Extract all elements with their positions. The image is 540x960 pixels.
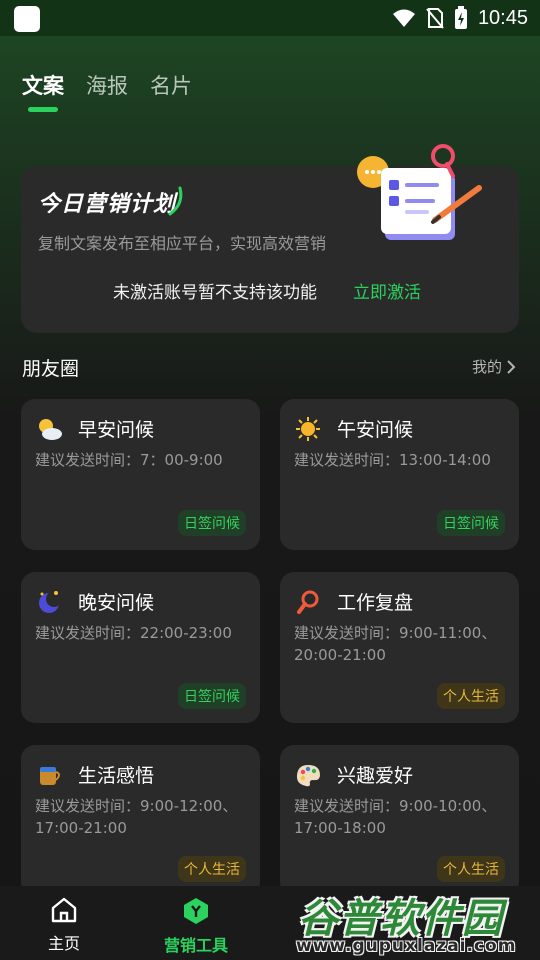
checklist-illustration-icon [357,144,482,240]
magnifier-icon [297,590,319,614]
watermark-overlay: 谷普软件园 www.gupuxlazai.com [292,886,540,960]
swoosh-icon [168,186,183,216]
cloud-sun-icon [39,419,62,440]
card-night-greeting[interactable]: 晚安问候 建议发送时间：22:00-23:00 日签问候 [21,572,260,723]
status-indicators: 10:45 [392,6,528,30]
nav-item-marketing-tools[interactable]: 营销工具 [164,896,228,956]
card-send-time: 建议发送时间：9:00-12:00、17:00-21:00 [35,797,238,837]
tab-label: 文案 [22,74,64,98]
card-send-time: 建议发送时间：13:00-14:00 [294,451,491,469]
tab-label: 海报 [86,74,128,98]
card-noon-greeting[interactable]: 午安问候 建议发送时间：13:00-14:00 日签问候 [280,399,519,550]
card-send-time: 建议发送时间：22:00-23:00 [35,624,232,642]
card-title: 兴趣爱好 [337,765,414,787]
watermark-url: www.gupuxlazai.com [296,936,517,956]
plan-title: 今日营销计划 [38,192,177,217]
moon-icon [39,591,62,613]
active-tab-indicator [28,107,58,112]
card-send-time: 建议发送时间：9:00-10:00、17:00-18:00 [294,797,497,837]
card-badge: 个人生活 [437,856,505,882]
sun-icon [296,417,320,441]
tab-business-card[interactable]: 名片 [150,70,192,112]
battery-charging-icon [454,6,467,29]
palette-icon [296,765,320,787]
card-send-time: 建议发送时间：9:00-11:00、20:00-21:00 [294,624,497,664]
tab-copywriting[interactable]: 文案 [22,70,64,112]
home-icon [51,897,77,923]
card-life-insights[interactable]: 生活感悟 建议发送时间：9:00-12:00、17:00-21:00 个人生活 [21,745,260,896]
card-title: 早安问候 [78,419,155,441]
activate-now-link[interactable]: 立即激活 [353,278,421,303]
card-badge: 日签问候 [178,510,246,536]
plan-subtitle: 复制文案发布至相应平台，实现高效营销 [38,234,327,253]
no-sim-icon [426,8,444,29]
card-work-review[interactable]: 工作复盘 建议发送时间：9:00-11:00、20:00-21:00 个人生活 [280,572,519,723]
card-badge: 日签问候 [178,683,246,709]
status-bar: 10:45 [0,0,540,36]
card-morning-greeting[interactable]: 早安问候 建议发送时间：7：00-9:00 日签问候 [21,399,260,550]
tab-label: 名片 [150,74,192,98]
section-title: 朋友圈 [22,358,80,380]
card-send-time: 建议发送时间：7：00-9:00 [35,451,223,469]
activation-notice: 未激活账号暂不支持该功能 [113,283,317,303]
card-badge: 日签问候 [437,510,505,536]
status-time: 10:45 [477,6,528,29]
card-title: 工作复盘 [337,592,414,614]
nav-item-home[interactable]: 主页 [48,896,80,954]
card-title: 生活感悟 [78,765,155,787]
mine-link[interactable]: 我的 [472,356,516,377]
card-badge: 个人生活 [437,683,505,709]
mine-link-label: 我的 [471,358,502,376]
coffee-icon [40,767,60,785]
card-hobbies[interactable]: 兴趣爱好 建议发送时间：9:00-10:00、17:00-18:00 个人生活 [280,745,519,896]
top-tabs: 文案 海报 名片 [22,70,192,112]
card-title: 午安问候 [337,419,414,441]
marketing-tools-icon [184,898,208,924]
card-title: 晚安问候 [78,592,155,614]
wifi-icon [392,9,415,27]
chevron-right-icon [507,359,516,374]
nav-label: 主页 [48,934,81,953]
tab-poster[interactable]: 海报 [86,70,128,112]
card-badge: 个人生活 [178,856,246,882]
nav-label: 营销工具 [164,936,229,955]
app-notification-icon [14,6,40,32]
